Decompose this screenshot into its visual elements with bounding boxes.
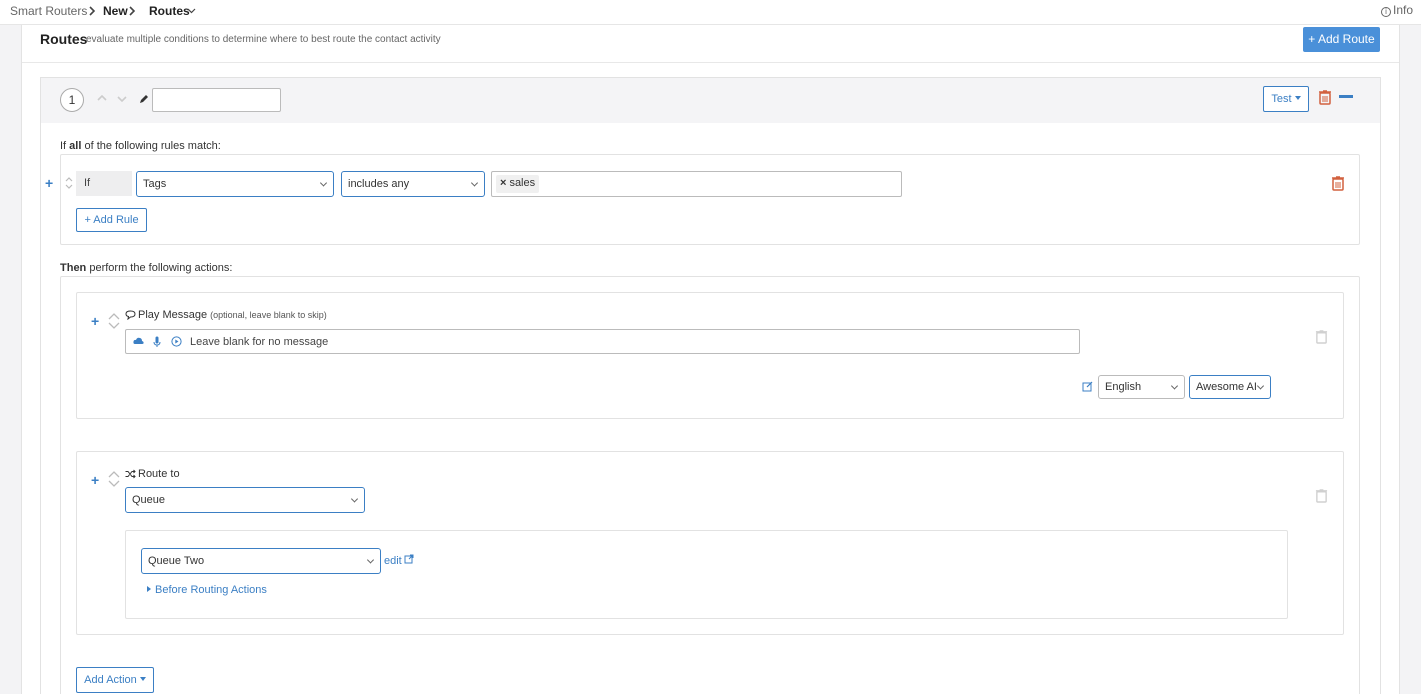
add-action-plus-icon[interactable]: + (91, 313, 99, 329)
info-label: Info (1392, 3, 1413, 17)
rules-intro-prefix: If (60, 140, 70, 152)
remove-tag-icon[interactable]: × (500, 177, 506, 189)
page-title: Routes (40, 31, 88, 47)
play-message-title: Play Message (138, 309, 208, 321)
rules-intro: If all of the following rules match: (60, 140, 221, 152)
rules-box (60, 154, 1360, 245)
route-type-select[interactable]: Queue (125, 487, 365, 513)
info-button[interactable]: i Info (1380, 3, 1413, 17)
chevron-down-icon (1256, 382, 1265, 390)
delete-action-trash-icon[interactable] (1315, 329, 1328, 344)
route-name-input[interactable] (152, 88, 281, 112)
pencil-icon (140, 95, 148, 103)
move-down-icon[interactable] (116, 95, 128, 103)
shuffle-icon (125, 469, 136, 479)
rule-operator-value: includes any (348, 178, 410, 190)
play-message-label: Play Message (optional, leave blank to s… (138, 309, 327, 321)
edit-queue-link[interactable]: edit (384, 554, 414, 567)
route-number-badge: 1 (60, 88, 84, 112)
if-label: If (76, 171, 132, 196)
add-action-plus-icon[interactable]: + (91, 472, 99, 488)
actions-intro: Then perform the following actions: (60, 262, 232, 274)
delete-action-trash-icon[interactable] (1315, 488, 1328, 503)
chevron-down-icon (470, 179, 479, 187)
caret-right-icon (147, 586, 151, 592)
voice-select[interactable]: Awesome AI (1189, 375, 1271, 399)
upload-cloud-icon[interactable] (133, 337, 144, 346)
external-link-icon (404, 554, 414, 564)
delete-rule-trash-icon[interactable] (1331, 175, 1345, 191)
add-action-label: Add Action (84, 674, 137, 686)
actions-intro-bold: Then (60, 262, 87, 274)
rule-tags-input[interactable] (491, 171, 902, 197)
breadcrumb-new[interactable]: New (103, 4, 128, 18)
chevron-down-icon (350, 495, 359, 503)
tag-chip-label: sales (509, 177, 536, 189)
route-type-value: Queue (132, 494, 166, 506)
add-action-button[interactable]: Add Action (76, 667, 154, 693)
message-placeholder: Leave blank for no message (190, 336, 329, 348)
caret-down-icon (1294, 96, 1301, 100)
chevron-down-icon (319, 179, 328, 187)
delete-route-trash-icon[interactable] (1318, 89, 1332, 105)
collapse-minus-icon[interactable] (1339, 95, 1353, 98)
play-circle-icon[interactable] (171, 336, 182, 347)
play-message-hint: (optional, leave blank to skip) (210, 310, 327, 320)
info-icon: i (1380, 7, 1391, 17)
rules-intro-suffix: of the following rules match: (81, 140, 221, 152)
sort-handle-icon[interactable] (107, 311, 121, 331)
rule-field-select[interactable]: Tags (136, 171, 334, 197)
sort-handle-icon[interactable] (64, 175, 74, 191)
chevron-right-icon (89, 6, 96, 16)
top-bar: Smart Routers New Routes i Info (0, 0, 1421, 25)
sort-handle-icon[interactable] (107, 469, 121, 489)
test-label: Test (1271, 93, 1292, 105)
language-select[interactable]: English (1098, 375, 1185, 399)
breadcrumb-routes[interactable]: Routes (149, 4, 190, 18)
page-subtitle: evaluate multiple conditions to determin… (86, 34, 441, 45)
edit-queue-label: edit (384, 555, 402, 567)
voice-value: Awesome AI (1196, 381, 1257, 393)
tag-chip: × sales (496, 175, 540, 193)
chevron-down-icon (366, 556, 375, 564)
breadcrumb-smart-routers[interactable]: Smart Routers (10, 4, 87, 18)
before-routing-label: Before Routing Actions (155, 584, 267, 596)
before-routing-actions-toggle[interactable]: Before Routing Actions (147, 584, 267, 596)
test-dropdown-button[interactable]: Test (1263, 86, 1309, 112)
speech-bubble-icon (125, 310, 136, 320)
microphone-icon[interactable] (153, 336, 161, 348)
queue-select[interactable]: Queue Two (141, 548, 381, 574)
chevron-down-icon[interactable] (187, 7, 196, 15)
caret-down-icon (139, 677, 146, 681)
rule-field-value: Tags (143, 178, 167, 190)
queue-config-box (125, 530, 1288, 619)
chevron-right-icon (129, 6, 136, 16)
actions-intro-suffix: perform the following actions: (86, 262, 233, 274)
chevron-down-icon (1170, 382, 1179, 390)
edit-external-icon[interactable] (1082, 381, 1094, 392)
add-route-button[interactable]: + Add Route (1303, 27, 1380, 52)
divider (22, 62, 1399, 63)
message-input[interactable]: Leave blank for no message (125, 329, 1080, 354)
add-rule-plus-icon[interactable]: + (45, 175, 53, 191)
add-rule-button[interactable]: + Add Rule (76, 208, 147, 232)
rule-operator-select[interactable]: includes any (341, 171, 485, 197)
move-up-icon[interactable] (96, 94, 108, 102)
language-value: English (1105, 381, 1142, 393)
queue-value: Queue Two (148, 555, 205, 567)
rules-intro-bold: all (69, 140, 82, 152)
route-to-label: Route to (138, 468, 180, 480)
